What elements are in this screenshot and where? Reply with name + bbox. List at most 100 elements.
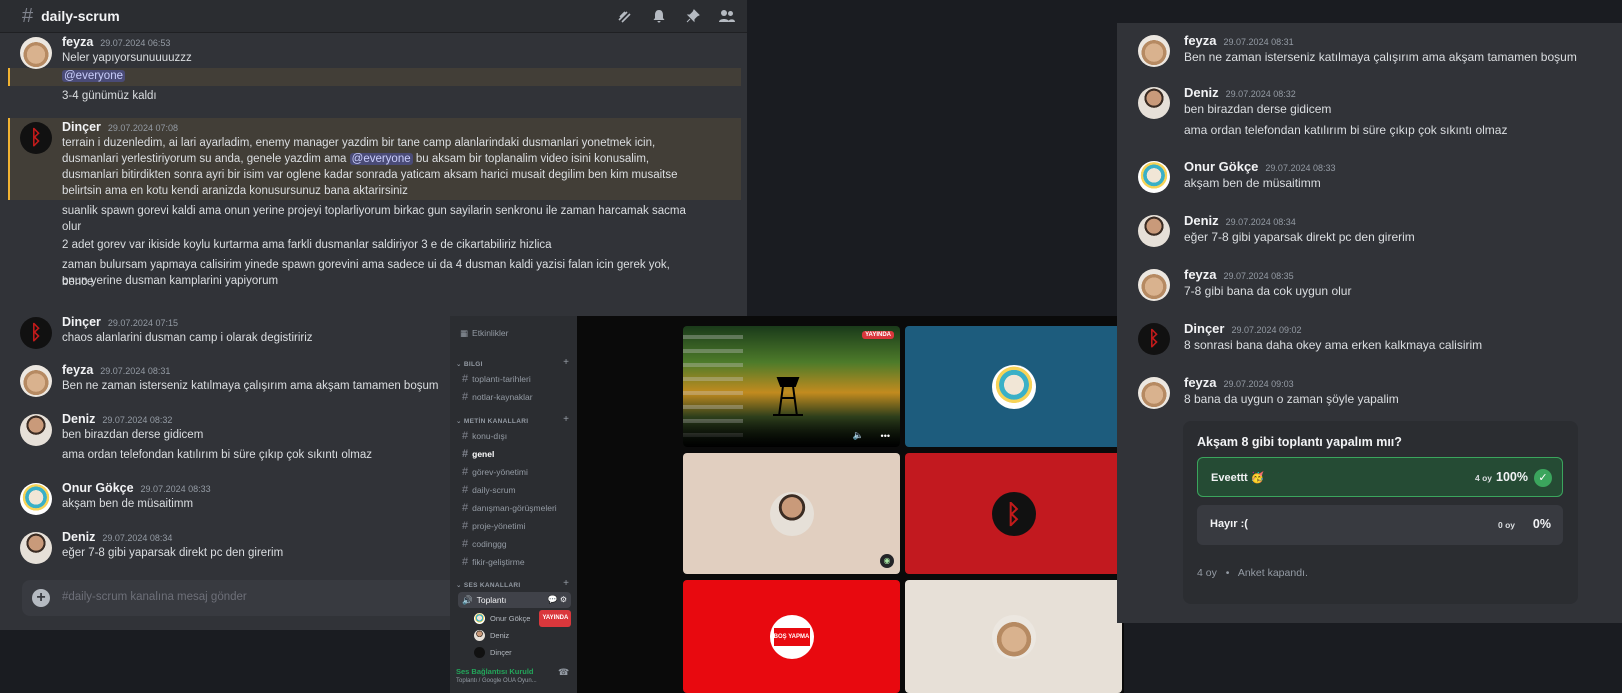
message-text: onun yerine dusman kamplarini yapiyorum [62, 275, 279, 287]
channel-item[interactable]: # codinggg [458, 536, 571, 552]
channel-item[interactable]: # görev-yönetimi [458, 464, 571, 480]
avatar [474, 647, 485, 658]
voice-user[interactable]: Dinçer [474, 645, 512, 660]
username[interactable]: Deniz [1184, 213, 1219, 228]
avatar[interactable]: ᛒ [20, 317, 52, 349]
username[interactable]: feyza [62, 363, 93, 377]
message-text: ben birazdan derse gidicem [1184, 102, 1332, 116]
live-badge: YAYINDA [539, 610, 572, 627]
username[interactable]: Deniz [1184, 85, 1219, 100]
sigil-icon: ᛒ [1148, 328, 1160, 350]
avatar[interactable] [1138, 269, 1170, 301]
username[interactable]: Dinçer [62, 120, 101, 134]
forest-silhouette [683, 417, 900, 447]
live-badge: YAYINDA [862, 331, 894, 339]
timestamp: 29.07.2024 07:08 [107, 123, 178, 133]
avatar[interactable] [1138, 161, 1170, 193]
avatar[interactable] [20, 483, 52, 515]
timestamp: 29.07.2024 06:53 [100, 38, 171, 48]
channel-item[interactable]: # notlar-kaynaklar [458, 389, 571, 405]
events-item[interactable]: ▦ Etkinlikler [460, 328, 508, 339]
connection-status[interactable]: Ses Bağlantısı Kuruld [456, 667, 534, 676]
avatar [474, 630, 485, 641]
avatar[interactable]: ᛒ [1138, 323, 1170, 355]
volume-icon[interactable]: 🔈 [853, 430, 864, 441]
avatar[interactable] [1138, 215, 1170, 247]
username[interactable]: Dinçer [62, 315, 101, 329]
avatar [769, 491, 814, 536]
category-voice-channels[interactable]: ⌄ SES KANALLARI [456, 581, 520, 589]
message-placeholder[interactable]: #daily-scrum kanalına mesaj gönder [62, 591, 247, 603]
username[interactable]: Deniz [62, 530, 95, 544]
channel-item[interactable]: # fikir-geliştirme [458, 554, 571, 570]
checkmark-icon: ✓ [1534, 469, 1552, 487]
channel-item[interactable]: # konu-dışı [458, 428, 571, 444]
participant-tile[interactable] [905, 580, 1122, 693]
avatar[interactable] [20, 532, 52, 564]
category-text-channels[interactable]: ⌄ METİN KANALLARI [456, 417, 528, 425]
add-channel-icon[interactable]: + [563, 414, 569, 425]
username[interactable]: Deniz [62, 412, 95, 426]
everyone-mention[interactable]: @everyone [62, 70, 125, 82]
participant-tile[interactable]: ᛒ [905, 453, 1122, 574]
avatar[interactable] [20, 37, 52, 69]
timestamp: 29.07.2024 07:15 [107, 318, 178, 328]
poll-question: Akşam 8 gibi toplantı yapalım mıı? [1197, 435, 1402, 449]
username[interactable]: feyza [1184, 33, 1217, 48]
avatar[interactable] [1138, 377, 1170, 409]
message-text: Ben ne zaman isterseniz katılmaya çalışı… [1184, 50, 1577, 64]
voice-user[interactable]: Onur Gökçe YAYINDA [474, 610, 572, 627]
avatar[interactable] [20, 414, 52, 446]
participant-tile[interactable] [905, 326, 1122, 447]
message-text: 8 sonrasi bana daha okey ama erken kalkm… [1184, 338, 1483, 352]
poll-option[interactable]: Hayır :( 0 oy 0% [1197, 505, 1563, 545]
category-bilgi[interactable]: ⌄ BILGI [456, 360, 483, 368]
message-text: akşam ben de müsaitimm [1184, 176, 1321, 190]
avatar[interactable] [1138, 35, 1170, 67]
message-text: 2 adet gorev var ikiside koylu kurtarma … [62, 239, 552, 251]
poll-option-winner[interactable]: Eveettt 🥳 4 oy 100% ✓ [1197, 457, 1563, 497]
avatar[interactable] [1138, 87, 1170, 119]
speaker-icon: 🔊 [462, 595, 473, 605]
more-options-icon[interactable]: ••• [881, 431, 890, 441]
channel-item[interactable]: # toplantı-tarihleri [458, 371, 571, 387]
message-text: eğer 7-8 gibi yaparsak direkt pc den gir… [1184, 230, 1415, 244]
add-channel-icon[interactable]: + [563, 357, 569, 368]
username[interactable]: feyza [1184, 375, 1217, 390]
avatar [991, 364, 1036, 409]
everyone-mention[interactable]: @everyone [349, 153, 413, 165]
username[interactable]: Onur Gökçe [1184, 159, 1258, 174]
members-icon[interactable] [717, 6, 737, 26]
message-text: terrain i duzenledim, ai lari ayarladim,… [62, 137, 656, 149]
channel-item[interactable]: # daily-scrum [458, 482, 571, 498]
pin-icon[interactable] [683, 6, 703, 26]
username[interactable]: Onur Gökçe [62, 481, 134, 495]
channel-header: # daily-scrum [0, 0, 747, 33]
voice-channel-actions[interactable]: 💬 ⚙ [548, 592, 567, 608]
channel-item[interactable]: # danışman-görüşmeleri [458, 500, 571, 516]
screen-share-tile[interactable]: YAYINDA 🔈 ••• [683, 326, 900, 447]
add-attachment-icon[interactable]: + [32, 589, 50, 607]
poll-status: Anket kapandı. [1237, 567, 1308, 579]
poll-option-votes: 4 oy [1474, 473, 1492, 483]
bell-icon[interactable] [649, 6, 669, 26]
username[interactable]: feyza [1184, 267, 1217, 282]
channel-item[interactable]: # proje-yönetimi [458, 518, 571, 534]
avatar[interactable]: ᛒ [20, 122, 52, 154]
voice-channel-item[interactable]: 🔊 Toplantı 💬 ⚙ [458, 592, 571, 608]
username[interactable]: feyza [62, 35, 93, 49]
channel-item-active[interactable]: # genel [458, 446, 571, 462]
avatar[interactable] [20, 365, 52, 397]
add-channel-icon[interactable]: + [563, 578, 569, 589]
threads-icon[interactable] [615, 6, 635, 26]
username[interactable]: Dinçer [1184, 321, 1224, 336]
timestamp: 29.07.2024 08:31 [100, 366, 171, 376]
voice-user[interactable]: Deniz [474, 628, 509, 643]
poll-footer: 4 oy • Anket kapandı. [1197, 567, 1308, 579]
message-text: belirtsin ama en kotu kendi aranizda kon… [62, 185, 408, 197]
sigil-icon: ᛒ [30, 322, 42, 344]
participant-tile[interactable]: BOŞ YAPMA [683, 580, 900, 693]
disconnect-icon[interactable]: ☎ [558, 667, 569, 678]
participant-tile[interactable]: ◉ [683, 453, 900, 574]
timestamp: 29.07.2024 09:03 [1223, 379, 1294, 389]
